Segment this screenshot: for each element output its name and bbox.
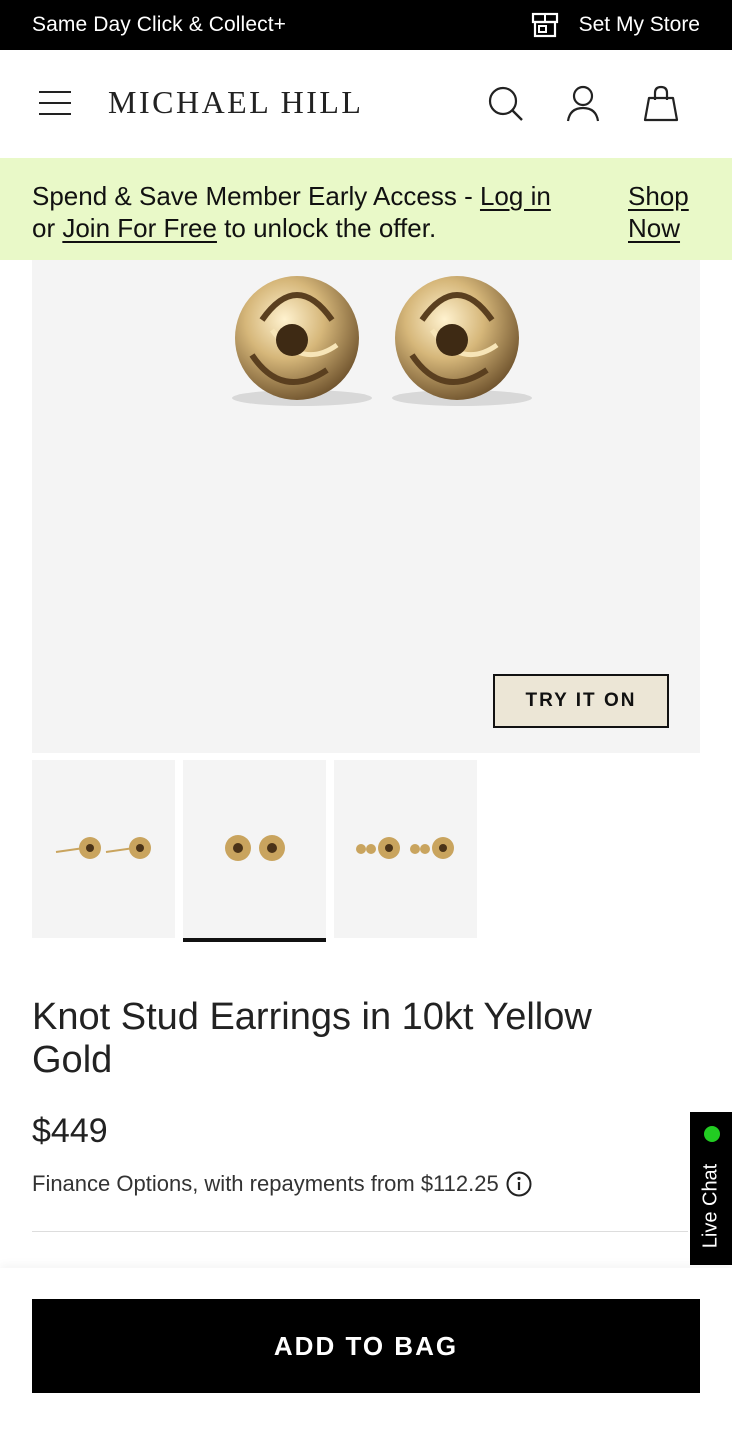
- active-thumbnail-indicator: [183, 938, 326, 942]
- store-icon: [531, 12, 558, 38]
- join-link[interactable]: Join For Free: [62, 213, 217, 243]
- product-price: $449: [32, 1112, 108, 1150]
- earrings-side-thumbnail: [55, 837, 151, 859]
- shop-now-link[interactable]: Shop Now: [628, 180, 708, 244]
- thumbnail-gallery: [32, 760, 477, 942]
- live-chat-tab[interactable]: Live Chat: [688, 1110, 732, 1267]
- menu-icon[interactable]: [38, 88, 72, 118]
- login-link[interactable]: Log in: [480, 181, 551, 211]
- online-status-dot: [704, 1126, 720, 1142]
- promo-text: or: [32, 213, 63, 243]
- click-collect-text: Same Day Click & Collect+: [32, 13, 286, 36]
- search-icon[interactable]: [486, 84, 526, 124]
- promo-banner: Spend & Save Member Early Access - Log i…: [0, 158, 732, 260]
- account-icon[interactable]: [563, 84, 603, 124]
- product-title: Knot Stud Earrings in 10kt Yellow Gold: [32, 996, 592, 1081]
- bag-icon[interactable]: [641, 84, 681, 124]
- earrings-angle-thumbnail: [355, 837, 454, 859]
- top-announcement-bar: Same Day Click & Collect+ Set My Store: [0, 0, 732, 50]
- thumbnail-1[interactable]: [32, 760, 175, 942]
- finance-text: Finance Options, with repayments from $1…: [32, 1171, 499, 1196]
- promo-message: Spend & Save Member Early Access - Log i…: [32, 180, 612, 244]
- add-to-bag-button[interactable]: ADD TO BAG: [32, 1299, 700, 1393]
- brand-logo[interactable]: MICHAEL HILL: [108, 84, 363, 121]
- promo-text: Spend & Save Member Early Access -: [32, 181, 480, 211]
- promo-text: to unlock the offer.: [216, 213, 437, 243]
- product-main-image[interactable]: TRY IT ON: [32, 260, 700, 753]
- shop-now-line-2: Now: [628, 213, 681, 243]
- set-my-store-label: Set My Store: [578, 13, 700, 36]
- try-it-on-button[interactable]: TRY IT ON: [493, 674, 669, 728]
- finance-options: Finance Options, with repayments from $1…: [32, 1170, 533, 1198]
- site-header: MICHAEL HILL: [0, 50, 732, 158]
- set-my-store-link[interactable]: Set My Store: [531, 12, 700, 38]
- thumbnail-3[interactable]: [334, 760, 477, 942]
- shop-now-line-1: Shop: [628, 181, 689, 211]
- live-chat-label: Live Chat: [699, 1163, 722, 1249]
- earrings-front-thumbnail: [224, 835, 285, 861]
- sticky-cta-bar: ADD TO BAG: [0, 1268, 732, 1440]
- info-icon[interactable]: [505, 1170, 533, 1198]
- earrings-image: [232, 276, 532, 406]
- divider: [32, 1231, 700, 1232]
- thumbnail-2[interactable]: [183, 760, 326, 942]
